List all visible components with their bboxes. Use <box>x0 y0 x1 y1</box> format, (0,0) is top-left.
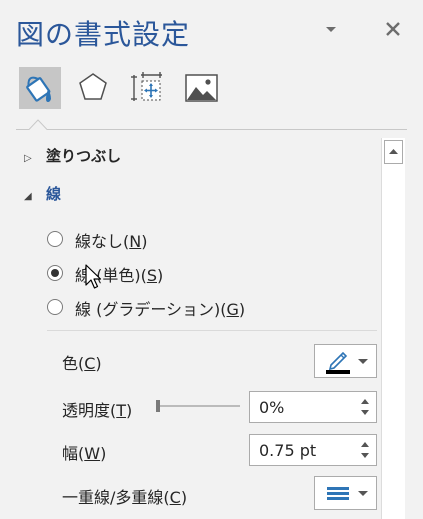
close-icon <box>386 22 400 36</box>
pen-color-icon <box>326 351 368 374</box>
scroll-up-button[interactable] <box>384 140 403 164</box>
width-value[interactable]: 0.75 pt <box>259 441 316 460</box>
chevron-down-icon <box>326 27 336 32</box>
width-label: 幅(W) <box>62 444 107 463</box>
mouse-cursor-icon <box>85 264 102 289</box>
transparency-slider[interactable] <box>156 398 240 412</box>
tab-size-properties[interactable] <box>127 67 169 109</box>
picture-icon <box>185 74 218 102</box>
selected-tab-pointer <box>29 119 47 130</box>
radio-button-selected[interactable] <box>47 265 63 281</box>
compound-type-button[interactable] <box>314 476 377 510</box>
section-line-label: 線 <box>46 185 62 203</box>
pane-title: 図の書式設定 <box>16 18 191 51</box>
tab-fill-line[interactable] <box>19 67 61 109</box>
radio-button[interactable] <box>47 299 63 315</box>
section-fill-label: 塗りつぶし <box>46 147 122 165</box>
transparency-spinner[interactable]: 0% <box>249 391 377 423</box>
paint-bucket-icon <box>26 76 51 102</box>
spinner-arrows-icon[interactable] <box>360 440 370 460</box>
tab-effects[interactable] <box>72 67 114 109</box>
spinner-arrows-icon[interactable] <box>360 397 370 417</box>
tab-divider <box>16 129 407 130</box>
radio-line-gradient-label: 線 (グラデーション)(G) <box>75 300 246 319</box>
size-position-icon <box>131 72 162 101</box>
expand-arrow-icon: ▷ <box>24 153 32 164</box>
radio-line-none-label: 線なし(N) <box>75 232 148 251</box>
pane-options-button[interactable] <box>322 20 340 38</box>
collapse-arrow-icon: ◢ <box>24 191 32 202</box>
pentagon-icon <box>79 73 107 100</box>
line-color-button[interactable] <box>314 344 377 378</box>
slider-thumb <box>156 400 160 412</box>
divider <box>47 330 377 331</box>
section-fill[interactable]: ▷ 塗りつぶし <box>24 145 121 166</box>
compound-lines-icon <box>327 487 368 500</box>
transparency-label: 透明度(T) <box>62 401 133 420</box>
chevron-up-icon <box>389 149 398 154</box>
radio-button[interactable] <box>47 231 63 247</box>
section-line[interactable]: ◢ 線 <box>24 183 61 204</box>
vertical-scrollbar[interactable] <box>381 138 405 519</box>
tab-picture[interactable] <box>180 67 222 109</box>
close-button[interactable] <box>382 18 404 40</box>
compound-type-label: 一重線/多重線(C) <box>62 488 188 507</box>
width-spinner[interactable]: 0.75 pt <box>249 434 377 466</box>
color-label: 色(C) <box>62 354 102 373</box>
transparency-value[interactable]: 0% <box>259 398 284 417</box>
